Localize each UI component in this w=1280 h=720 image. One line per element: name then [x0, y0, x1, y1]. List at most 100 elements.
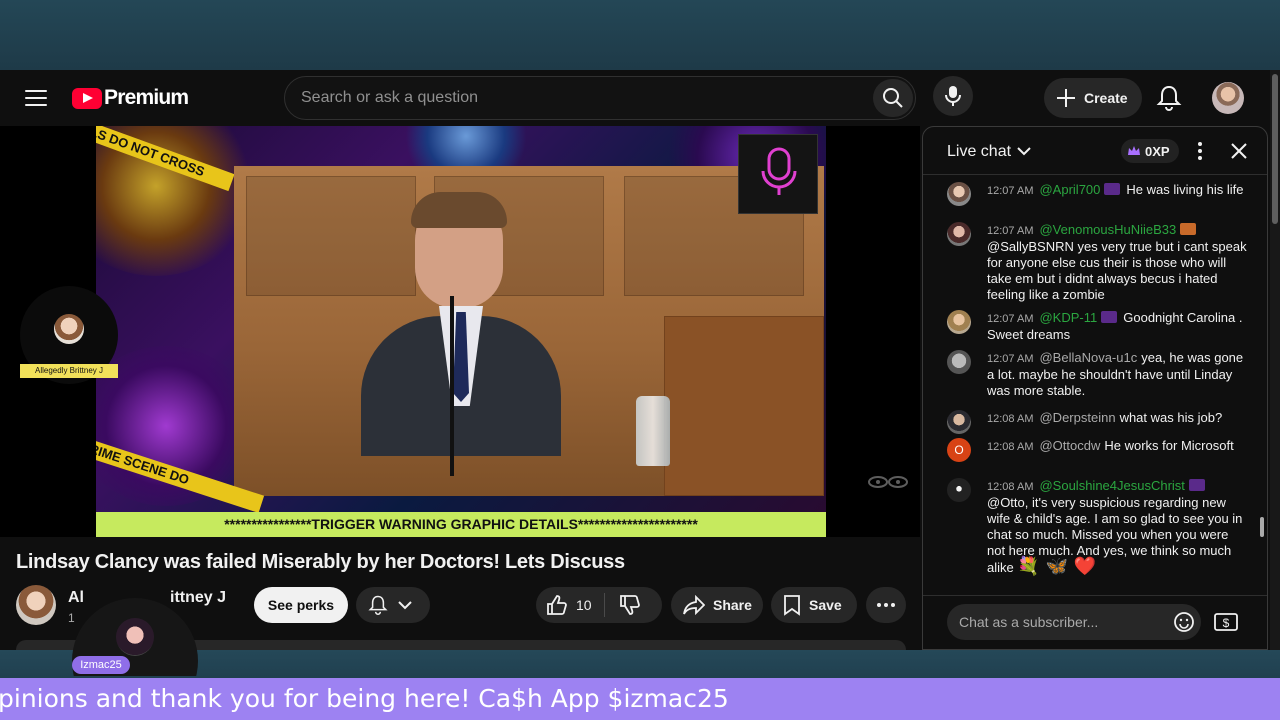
share-icon	[683, 595, 705, 615]
create-button[interactable]: Create	[1044, 78, 1142, 118]
search-button[interactable]	[873, 79, 913, 117]
super-chat-icon[interactable]: $	[1213, 612, 1239, 634]
chat-avatar[interactable]	[947, 310, 971, 334]
courtroom-microphone	[450, 296, 454, 476]
message-author[interactable]: @Soulshine4JesusChrist	[1039, 478, 1184, 493]
message-author[interactable]: @BellaNova-u1c	[1039, 350, 1137, 365]
message-author[interactable]: @Derpsteinn	[1039, 410, 1115, 425]
host-webcam-bubble: Allegedly Brittney J	[20, 286, 118, 384]
guest-avatar	[116, 618, 154, 656]
notifications-button[interactable]	[1156, 84, 1182, 117]
menu-icon[interactable]	[24, 88, 48, 108]
youtube-window: Premium Search or ask a question Create …	[0, 70, 1280, 650]
member-badge-icon	[1104, 183, 1121, 195]
chat-header: Live chat 0XP	[923, 127, 1267, 175]
message-text: He works for Microsoft	[1104, 438, 1234, 453]
message-author[interactable]: @April700	[1039, 182, 1100, 197]
chat-avatar[interactable]	[947, 350, 971, 374]
trigger-warning-banner: ****************TRIGGER WARNING GRAPHIC …	[96, 512, 826, 537]
chat-scrollbar-thumb[interactable]	[1260, 517, 1264, 537]
chat-title[interactable]: Live chat	[947, 143, 1011, 161]
chat-input-placeholder: Chat as a subscriber...	[959, 614, 1099, 630]
channel-avatar[interactable]	[16, 585, 56, 625]
xp-value: 0XP	[1145, 143, 1170, 159]
podcast-microphone-icon	[761, 147, 797, 195]
more-actions-button[interactable]	[866, 587, 906, 623]
bell-icon	[1156, 85, 1182, 111]
like-separator	[603, 593, 605, 617]
message-emoji: 💐 🦋 ❤️	[1017, 556, 1097, 577]
save-label: Save	[809, 597, 842, 613]
message-time: 12:07 AM	[987, 225, 1034, 237]
bookmark-icon	[784, 595, 800, 616]
scrolling-ticker: pinions and thank you for being here! Ca…	[0, 678, 1280, 720]
see-perks-button[interactable]: See perks	[254, 587, 348, 623]
message-time: 12:08 AM	[987, 413, 1034, 425]
ticker-text: pinions and thank you for being here! Ca…	[0, 684, 729, 713]
message-text: @SallyBSNRN yes very true but i cant spe…	[987, 239, 1247, 302]
search-input[interactable]: Search or ask a question	[301, 89, 478, 107]
chat-avatar[interactable]	[947, 478, 971, 502]
account-avatar[interactable]	[1212, 82, 1244, 114]
chat-avatar[interactable]	[947, 182, 971, 206]
save-button[interactable]: Save	[771, 587, 857, 623]
like-icon[interactable]	[546, 594, 568, 616]
voice-search-button[interactable]	[933, 76, 973, 116]
emoji-icon[interactable]	[1173, 611, 1195, 633]
member-badge-icon	[1180, 223, 1197, 235]
chevron-down-icon[interactable]	[1016, 143, 1032, 159]
chat-input[interactable]: Chat as a subscriber...	[947, 604, 1201, 640]
search-box[interactable]: Search or ask a question	[284, 76, 916, 120]
message-text: He was living his life	[1126, 182, 1244, 197]
witness-figure	[361, 192, 561, 456]
close-icon[interactable]	[1229, 141, 1249, 161]
video-title: Lindsay Clancy was failed Miserably by h…	[16, 551, 625, 573]
message-author[interactable]: @VenomousHuNiieB33	[1039, 222, 1176, 237]
more-horizontal-icon	[877, 603, 895, 607]
message-time: 12:08 AM	[987, 481, 1034, 493]
page-scrollbar-thumb[interactable]	[1272, 74, 1278, 224]
subscription-notifications-button[interactable]	[356, 587, 430, 623]
host-name-tag: Allegedly Brittney J	[20, 364, 118, 378]
youtube-play-icon	[72, 87, 102, 109]
message-time: 12:08 AM	[987, 441, 1034, 453]
message-time: 12:07 AM	[987, 185, 1034, 197]
water-bottle	[636, 396, 670, 466]
video-player[interactable]: LS DO NOT CROSS CRIME SCENE DO *********…	[0, 126, 920, 537]
page-scrollbar[interactable]	[1270, 70, 1280, 650]
chat-footer: Chat as a subscriber... $	[923, 595, 1267, 649]
chat-avatar[interactable]: O	[947, 438, 971, 462]
logo-text: Premium	[104, 86, 189, 109]
like-count[interactable]: 10	[576, 597, 592, 613]
message-author[interactable]: @Ottocdw	[1039, 438, 1100, 453]
live-chat-panel: Live chat 0XP 12:07 AM @April700 He was li…	[922, 126, 1268, 650]
member-badge-icon	[1101, 311, 1118, 323]
witness-box	[664, 316, 824, 496]
like-dislike-group: 10	[536, 587, 662, 623]
xp-badge[interactable]: 0XP	[1121, 139, 1179, 163]
message-text: what was his job?	[1119, 410, 1223, 425]
search-icon	[883, 88, 903, 108]
chat-scrollbar[interactable]	[1259, 131, 1265, 591]
message-time: 12:07 AM	[987, 313, 1034, 325]
message-author[interactable]: @KDP-11	[1039, 310, 1097, 325]
youtube-logo[interactable]: Premium	[72, 86, 189, 109]
masthead: Premium Search or ask a question Create	[0, 70, 1280, 126]
podcast-logo	[738, 134, 818, 214]
share-label: Share	[713, 597, 752, 613]
chat-avatar[interactable]	[947, 410, 971, 434]
more-vertical-icon[interactable]	[1197, 141, 1203, 161]
message-time: 12:07 AM	[987, 353, 1034, 365]
plus-icon	[1057, 89, 1075, 107]
chat-avatar[interactable]	[947, 222, 971, 246]
svg-text:$: $	[1223, 616, 1230, 630]
chat-messages: 12:07 AM @April700 He was living his life …	[923, 175, 1267, 595]
bell-icon	[368, 595, 388, 615]
host-avatar	[54, 314, 84, 344]
share-button[interactable]: Share	[671, 587, 763, 623]
dislike-icon[interactable]	[619, 594, 641, 616]
chevron-down-icon	[398, 601, 412, 610]
eyes-watermark-icon	[868, 476, 908, 488]
crown-icon	[1128, 146, 1140, 155]
create-label: Create	[1084, 90, 1128, 106]
